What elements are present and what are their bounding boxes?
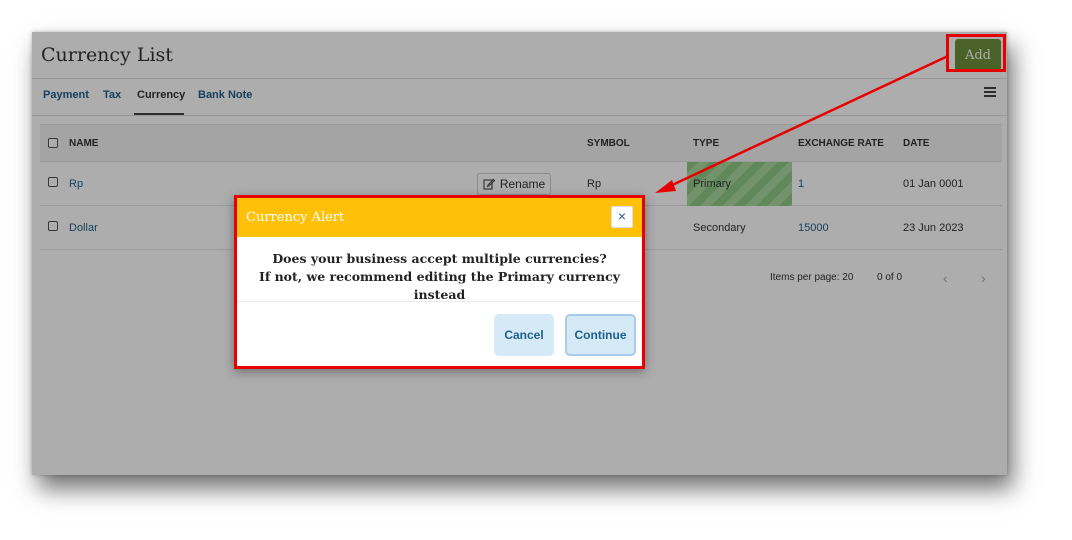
currency-alert-dialog: Currency Alert × Does your business acce… — [234, 195, 645, 369]
dialog-message-line2: If not, we recommend editing the Primary… — [259, 269, 620, 302]
close-icon[interactable]: × — [611, 206, 633, 228]
dialog-title: Currency Alert — [246, 210, 345, 225]
dialog-message-line1: Does your business accept multiple curre… — [272, 251, 607, 266]
screenshot-stage: Currency List Add Payment Tax Currency B… — [0, 0, 1072, 540]
dialog-message: Does your business accept multiple curre… — [237, 250, 642, 304]
cancel-button[interactable]: Cancel — [494, 314, 554, 356]
dialog-divider — [237, 301, 642, 302]
continue-button[interactable]: Continue — [565, 314, 636, 356]
add-button-highlight — [946, 34, 1006, 72]
dialog-header: Currency Alert × — [237, 198, 642, 237]
